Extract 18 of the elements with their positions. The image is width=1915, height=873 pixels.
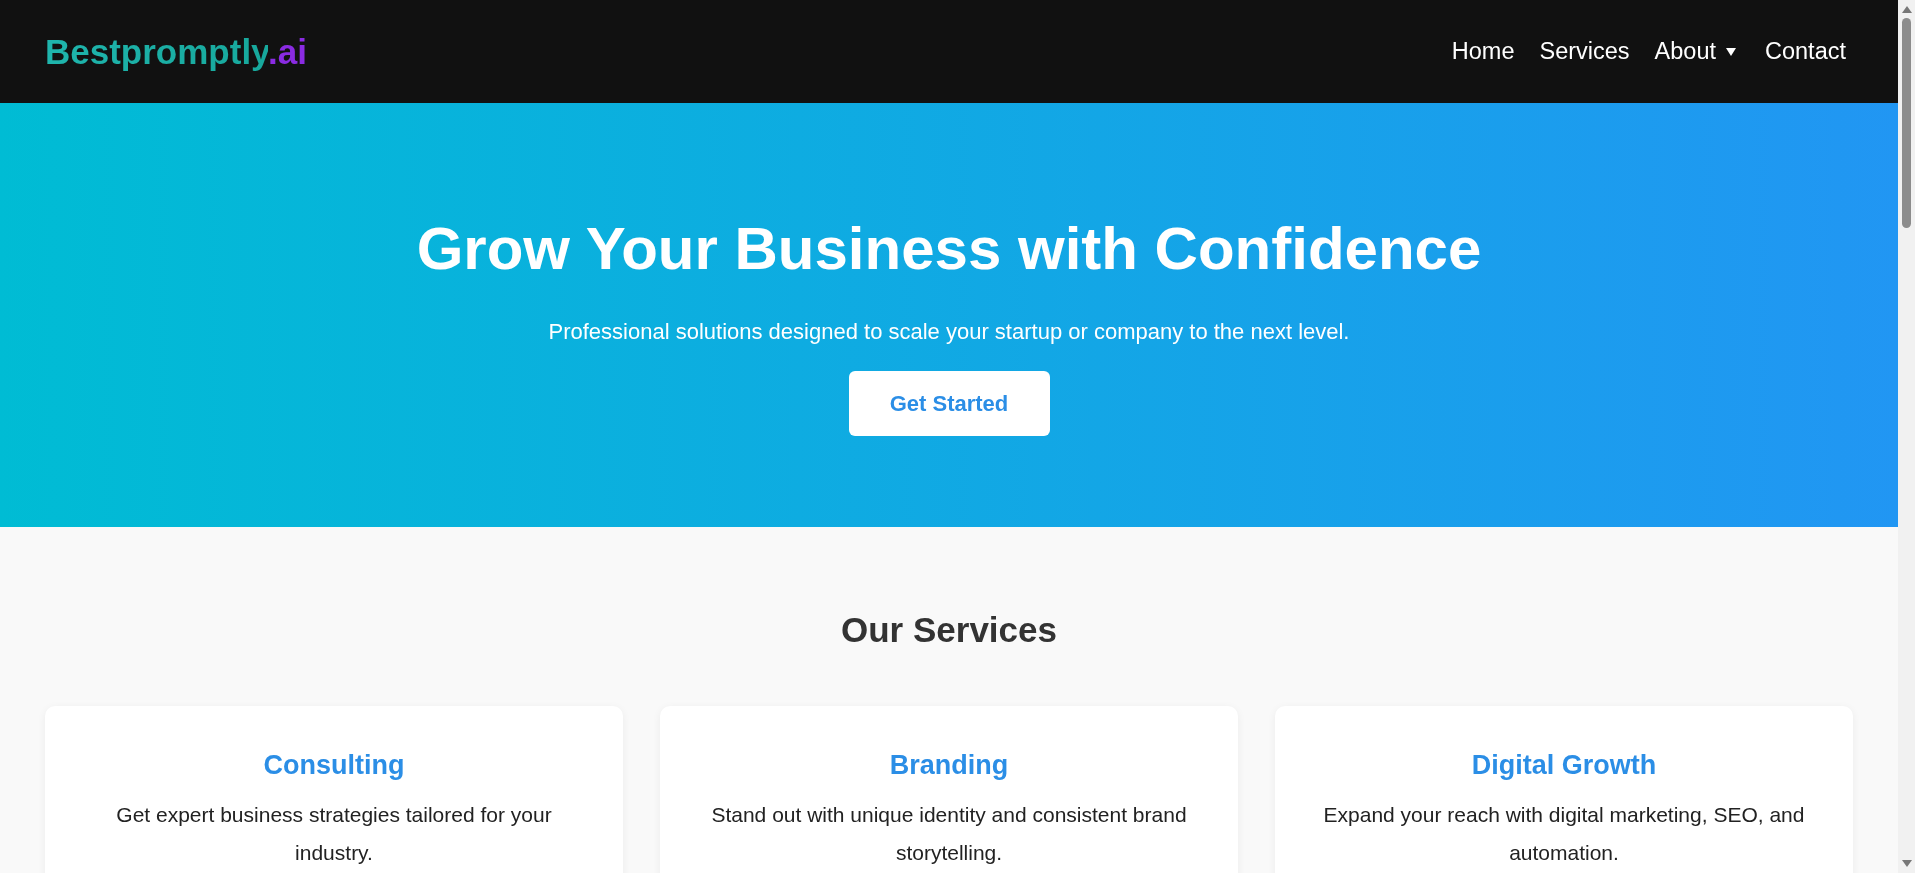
card-title: Consulting	[262, 749, 406, 782]
caret-icon	[1726, 47, 1736, 56]
card-description: Expand your reach with digital marketing, SEO, and automation.	[1322, 802, 1806, 866]
nav-link[interactable]: Contact	[1765, 38, 1846, 65]
hero-subtitle: Professional solutions designed to scale your startup or company to the next level.	[548, 319, 1350, 345]
nav-link[interactable]: About	[1654, 38, 1740, 65]
nav-link[interactable]: Home	[1451, 38, 1515, 65]
hero-title: Grow Your Business with Confidence	[416, 215, 1482, 283]
card-description: Get expert business strategies tailored for your industry.	[115, 802, 553, 866]
card-title: Branding	[888, 749, 1010, 782]
scroll-up-icon[interactable]	[1901, 6, 1912, 13]
card-title: Digital Growth	[1470, 749, 1658, 782]
scrollbar-thumb[interactable]	[1902, 18, 1911, 228]
section-title: Our Services	[840, 609, 1058, 651]
card-description: Stand out with unique identity and consistent brand storytelling.	[710, 802, 1188, 866]
scrollbar[interactable]	[1898, 0, 1915, 873]
scroll-down-icon[interactable]	[1901, 860, 1912, 867]
nav-link[interactable]: Services	[1539, 38, 1630, 65]
